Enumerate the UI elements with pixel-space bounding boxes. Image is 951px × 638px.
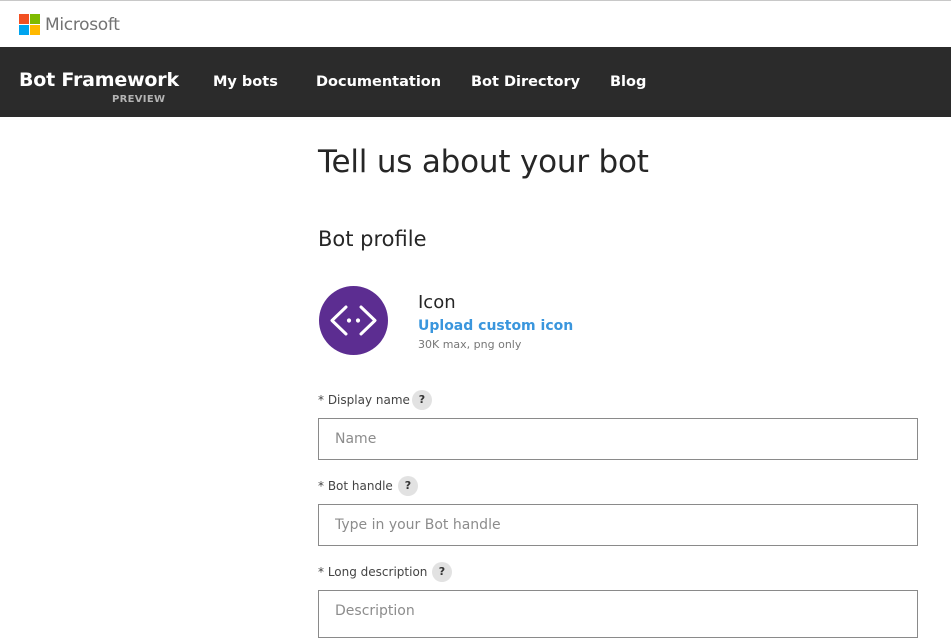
bot-handle-label: * Bot handle	[318, 479, 393, 493]
display-name-input[interactable]	[318, 418, 918, 460]
nav-link-my-bots[interactable]: My bots	[213, 74, 278, 90]
code-brackets-icon	[330, 305, 377, 336]
section-title-bot-profile: Bot profile	[318, 227, 427, 251]
logo-square-blue	[19, 25, 29, 35]
nav-link-blog[interactable]: Blog	[610, 74, 646, 90]
long-description-help-icon[interactable]: ?	[432, 562, 452, 582]
upload-custom-icon-link[interactable]: Upload custom icon	[418, 318, 573, 334]
long-description-input[interactable]	[318, 590, 918, 638]
display-name-help-icon[interactable]: ?	[412, 390, 432, 410]
icon-label: Icon	[418, 292, 456, 313]
nav-link-bot-directory[interactable]: Bot Directory	[471, 74, 580, 90]
brand-title[interactable]: Bot Framework	[19, 69, 179, 91]
bot-handle-help-icon[interactable]: ?	[398, 476, 418, 496]
microsoft-logo-icon[interactable]	[19, 14, 40, 35]
bot-icon-avatar	[319, 286, 388, 355]
long-description-label: * Long description	[318, 565, 428, 579]
microsoft-wordmark[interactable]: Microsoft	[45, 15, 120, 35]
page-title: Tell us about your bot	[318, 144, 649, 180]
logo-square-yellow	[30, 25, 40, 35]
nav-link-documentation[interactable]: Documentation	[316, 74, 441, 90]
display-name-label: * Display name	[318, 393, 410, 407]
logo-square-red	[19, 14, 29, 24]
main-nav: Bot Framework PREVIEW My bots Documentat…	[0, 47, 951, 117]
logo-square-green	[30, 14, 40, 24]
icon-size-hint: 30K max, png only	[418, 338, 522, 351]
brand-preview-tag: PREVIEW	[112, 94, 166, 105]
microsoft-header: Microsoft	[0, 1, 951, 47]
bot-handle-input[interactable]	[318, 504, 918, 546]
